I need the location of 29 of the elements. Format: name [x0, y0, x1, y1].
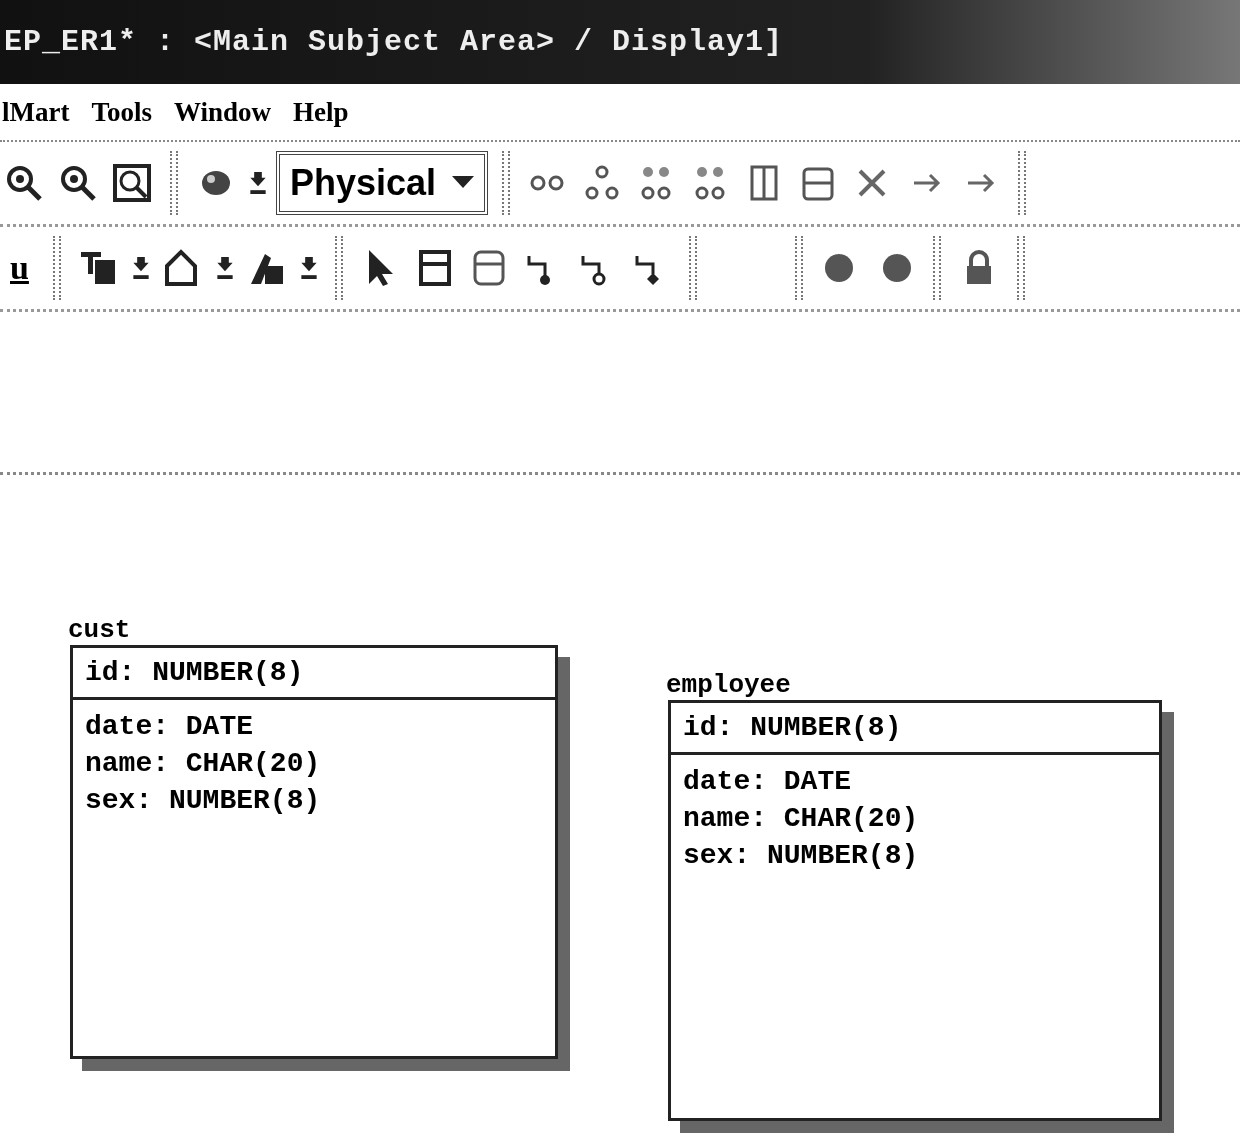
toolbar-grip — [1018, 151, 1027, 215]
toolbar-grip — [932, 236, 941, 300]
attribute: date: DATE — [85, 710, 255, 744]
toolbar-grip — [170, 151, 178, 215]
attribute: date: DATE — [683, 765, 853, 799]
key-attribute: id: NUMBER(8) — [85, 656, 305, 690]
toolbar-grip — [502, 151, 511, 215]
menu-item[interactable]: Tools — [91, 96, 152, 128]
menu-item[interactable]: lMart — [2, 96, 70, 128]
menu-item[interactable]: Window — [174, 96, 272, 128]
menu-item[interactable]: Help — [293, 96, 349, 128]
entity-name: employee — [666, 670, 792, 700]
zoom-icon — [4, 163, 44, 203]
view-dropdown[interactable]: Physical — [276, 151, 489, 215]
toolbar-grip — [794, 236, 803, 300]
attribute: sex: NUMBER(8) — [85, 784, 322, 818]
toolbar-grip — [688, 236, 697, 300]
zoom-icon — [58, 163, 98, 203]
key-attribute: id: NUMBER(8) — [683, 711, 903, 745]
attribute: name: CHAR(20) — [683, 802, 920, 836]
underline-button[interactable]: u — [0, 249, 39, 287]
toolbar-grip — [334, 236, 343, 300]
entity-name: cust — [68, 615, 132, 645]
toolbar-grip — [52, 236, 61, 300]
attribute: name: CHAR(20) — [85, 747, 322, 781]
window-title: EP_ER1* : <Main Subject Area> / Display1] — [4, 25, 784, 59]
attribute: sex: NUMBER(8) — [683, 839, 920, 873]
toolbar-grip — [1016, 236, 1025, 300]
zoom-fit-icon — [112, 163, 152, 203]
